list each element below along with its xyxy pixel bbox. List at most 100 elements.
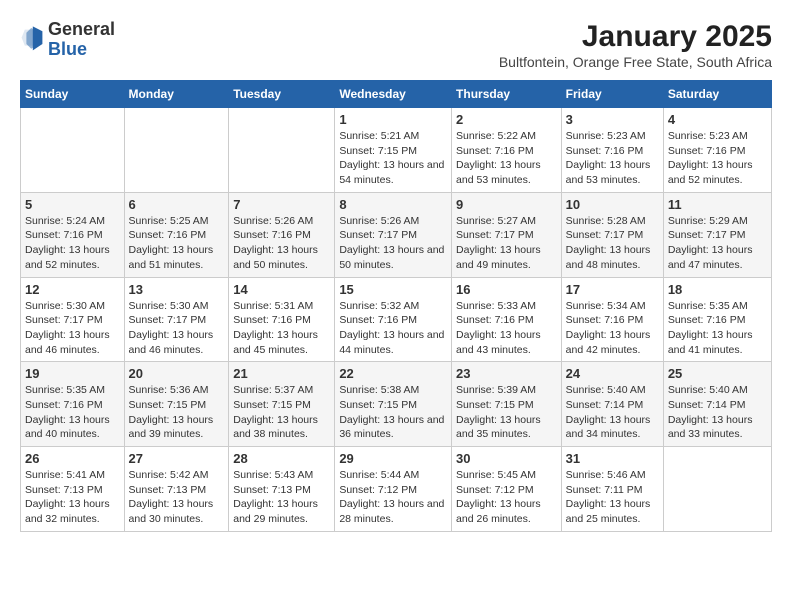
day-number: 29 <box>339 451 447 466</box>
day-number: 17 <box>566 282 659 297</box>
calendar-cell: 12Sunrise: 5:30 AMSunset: 7:17 PMDayligh… <box>21 277 125 362</box>
day-info: Sunrise: 5:28 AMSunset: 7:17 PMDaylight:… <box>566 214 659 273</box>
calendar-week-row: 19 Sunrise: 5:35 AMSunset: 7:16 PMDayligh… <box>21 362 772 447</box>
calendar-cell: 28Sunrise: 5:43 AMSunset: 7:13 PMDayligh… <box>229 447 335 532</box>
day-number: 13 <box>129 282 225 297</box>
day-number: 24 <box>566 366 659 381</box>
weekday-header: Sunday <box>21 81 125 108</box>
day-number: 5 <box>25 197 120 212</box>
day-info: Sunrise: 5:24 AMSunset: 7:16 PMDaylight:… <box>25 214 120 273</box>
day-info: Sunrise: 5:46 AMSunset: 7:11 PMDaylight:… <box>566 468 659 527</box>
weekday-header: Thursday <box>452 81 562 108</box>
day-info: Sunrise: 5:37 AMSunset: 7:15 PMDaylight:… <box>233 383 330 442</box>
day-info: Sunrise: 5:22 AMSunset: 7:16 PMDaylight:… <box>456 129 557 188</box>
header: General Blue January 2025 Bultfontein, O… <box>20 20 772 70</box>
day-number: 30 <box>456 451 557 466</box>
calendar-title: January 2025 <box>499 20 772 54</box>
day-info: Sunrise: 5:27 AMSunset: 7:17 PMDaylight:… <box>456 214 557 273</box>
day-number: 25 <box>668 366 767 381</box>
calendar-week-row: 12Sunrise: 5:30 AMSunset: 7:17 PMDayligh… <box>21 277 772 362</box>
day-info: Sunrise: 5:26 AMSunset: 7:17 PMDaylight:… <box>339 214 447 273</box>
day-info: Sunrise: 5:45 AMSunset: 7:12 PMDaylight:… <box>456 468 557 527</box>
day-info: Sunrise: 5:26 AMSunset: 7:16 PMDaylight:… <box>233 214 330 273</box>
day-info: Sunrise: 5:40 AMSunset: 7:14 PMDaylight:… <box>668 383 767 442</box>
day-info: Sunrise: 5:31 AMSunset: 7:16 PMDaylight:… <box>233 299 330 358</box>
calendar-cell: 8Sunrise: 5:26 AMSunset: 7:17 PMDaylight… <box>335 192 452 277</box>
weekday-header-row: SundayMondayTuesdayWednesdayThursdayFrid… <box>21 81 772 108</box>
weekday-header: Tuesday <box>229 81 335 108</box>
calendar-cell: 1 Sunrise: 5:21 AMSunset: 7:15 PMDaylight… <box>335 108 452 193</box>
logo: General Blue <box>20 20 115 60</box>
calendar-cell: 3Sunrise: 5:23 AMSunset: 7:16 PMDaylight… <box>561 108 663 193</box>
calendar-cell: 10 Sunrise: 5:28 AMSunset: 7:17 PMDayligh… <box>561 192 663 277</box>
calendar-cell: 9 Sunrise: 5:27 AMSunset: 7:17 PMDaylight… <box>452 192 562 277</box>
day-number: 23 <box>456 366 557 381</box>
day-info: Sunrise: 5:42 AMSunset: 7:13 PMDaylight:… <box>129 468 225 527</box>
day-number: 2 <box>456 112 557 127</box>
day-number: 28 <box>233 451 330 466</box>
day-info: Sunrise: 5:35 AMSunset: 7:16 PMDaylight:… <box>668 299 767 358</box>
day-info: Sunrise: 5:44 AMSunset: 7:12 PMDaylight:… <box>339 468 447 527</box>
day-number: 3 <box>566 112 659 127</box>
calendar-cell: 22 Sunrise: 5:38 AMSunset: 7:15 PMDayligh… <box>335 362 452 447</box>
day-number: 22 <box>339 366 447 381</box>
day-number: 6 <box>129 197 225 212</box>
calendar-cell: 23 Sunrise: 5:39 AMSunset: 7:15 PMDayligh… <box>452 362 562 447</box>
day-number: 14 <box>233 282 330 297</box>
calendar-cell <box>21 108 125 193</box>
day-number: 1 <box>339 112 447 127</box>
calendar-cell: 21 Sunrise: 5:37 AMSunset: 7:15 PMDayligh… <box>229 362 335 447</box>
weekday-header: Wednesday <box>335 81 452 108</box>
weekday-header: Friday <box>561 81 663 108</box>
logo-icon <box>20 26 44 54</box>
day-number: 11 <box>668 197 767 212</box>
calendar-cell: 15Sunrise: 5:32 AMSunset: 7:16 PMDayligh… <box>335 277 452 362</box>
calendar-week-row: 1 Sunrise: 5:21 AMSunset: 7:15 PMDaylight… <box>21 108 772 193</box>
calendar-cell: 4 Sunrise: 5:23 AMSunset: 7:16 PMDaylight… <box>663 108 771 193</box>
day-info: Sunrise: 5:38 AMSunset: 7:15 PMDaylight:… <box>339 383 447 442</box>
day-info: Sunrise: 5:40 AMSunset: 7:14 PMDaylight:… <box>566 383 659 442</box>
calendar-cell: 11 Sunrise: 5:29 AMSunset: 7:17 PMDayligh… <box>663 192 771 277</box>
day-info: Sunrise: 5:39 AMSunset: 7:15 PMDaylight:… <box>456 383 557 442</box>
day-info: Sunrise: 5:25 AMSunset: 7:16 PMDaylight:… <box>129 214 225 273</box>
calendar-cell <box>229 108 335 193</box>
day-number: 9 <box>456 197 557 212</box>
calendar-page: General Blue January 2025 Bultfontein, O… <box>0 0 792 542</box>
calendar-cell: 6 Sunrise: 5:25 AMSunset: 7:16 PMDaylight… <box>124 192 229 277</box>
day-info: Sunrise: 5:41 AMSunset: 7:13 PMDaylight:… <box>25 468 120 527</box>
day-number: 27 <box>129 451 225 466</box>
day-info: Sunrise: 5:36 AMSunset: 7:15 PMDaylight:… <box>129 383 225 442</box>
calendar-cell: 30 Sunrise: 5:45 AMSunset: 7:12 PMDayligh… <box>452 447 562 532</box>
calendar-cell <box>663 447 771 532</box>
calendar-cell: 17 Sunrise: 5:34 AMSunset: 7:16 PMDayligh… <box>561 277 663 362</box>
calendar-cell: 25 Sunrise: 5:40 AMSunset: 7:14 PMDayligh… <box>663 362 771 447</box>
calendar-cell: 13 Sunrise: 5:30 AMSunset: 7:17 PMDayligh… <box>124 277 229 362</box>
calendar-subtitle: Bultfontein, Orange Free State, South Af… <box>499 54 772 70</box>
calendar-cell: 29 Sunrise: 5:44 AMSunset: 7:12 PMDayligh… <box>335 447 452 532</box>
logo-text: General Blue <box>48 20 115 60</box>
day-info: Sunrise: 5:23 AMSunset: 7:16 PMDaylight:… <box>668 129 767 188</box>
weekday-header: Saturday <box>663 81 771 108</box>
day-info: Sunrise: 5:29 AMSunset: 7:17 PMDaylight:… <box>668 214 767 273</box>
day-number: 26 <box>25 451 120 466</box>
day-number: 10 <box>566 197 659 212</box>
calendar-cell: 7Sunrise: 5:26 AMSunset: 7:16 PMDaylight… <box>229 192 335 277</box>
day-number: 19 <box>25 366 120 381</box>
logo-blue-text: Blue <box>48 39 87 59</box>
calendar-cell: 24 Sunrise: 5:40 AMSunset: 7:14 PMDayligh… <box>561 362 663 447</box>
day-info: Sunrise: 5:34 AMSunset: 7:16 PMDaylight:… <box>566 299 659 358</box>
day-info: Sunrise: 5:33 AMSunset: 7:16 PMDaylight:… <box>456 299 557 358</box>
day-info: Sunrise: 5:21 AMSunset: 7:15 PMDaylight:… <box>339 129 447 188</box>
day-info: Sunrise: 5:30 AMSunset: 7:17 PMDaylight:… <box>129 299 225 358</box>
day-number: 20 <box>129 366 225 381</box>
calendar-cell: 16 Sunrise: 5:33 AMSunset: 7:16 PMDayligh… <box>452 277 562 362</box>
day-number: 15 <box>339 282 447 297</box>
day-number: 21 <box>233 366 330 381</box>
calendar-cell: 18Sunrise: 5:35 AMSunset: 7:16 PMDayligh… <box>663 277 771 362</box>
calendar-cell: 14 Sunrise: 5:31 AMSunset: 7:16 PMDayligh… <box>229 277 335 362</box>
day-number: 16 <box>456 282 557 297</box>
weekday-header: Monday <box>124 81 229 108</box>
day-number: 4 <box>668 112 767 127</box>
day-info: Sunrise: 5:35 AMSunset: 7:16 PMDaylight:… <box>25 383 120 442</box>
calendar-cell <box>124 108 229 193</box>
